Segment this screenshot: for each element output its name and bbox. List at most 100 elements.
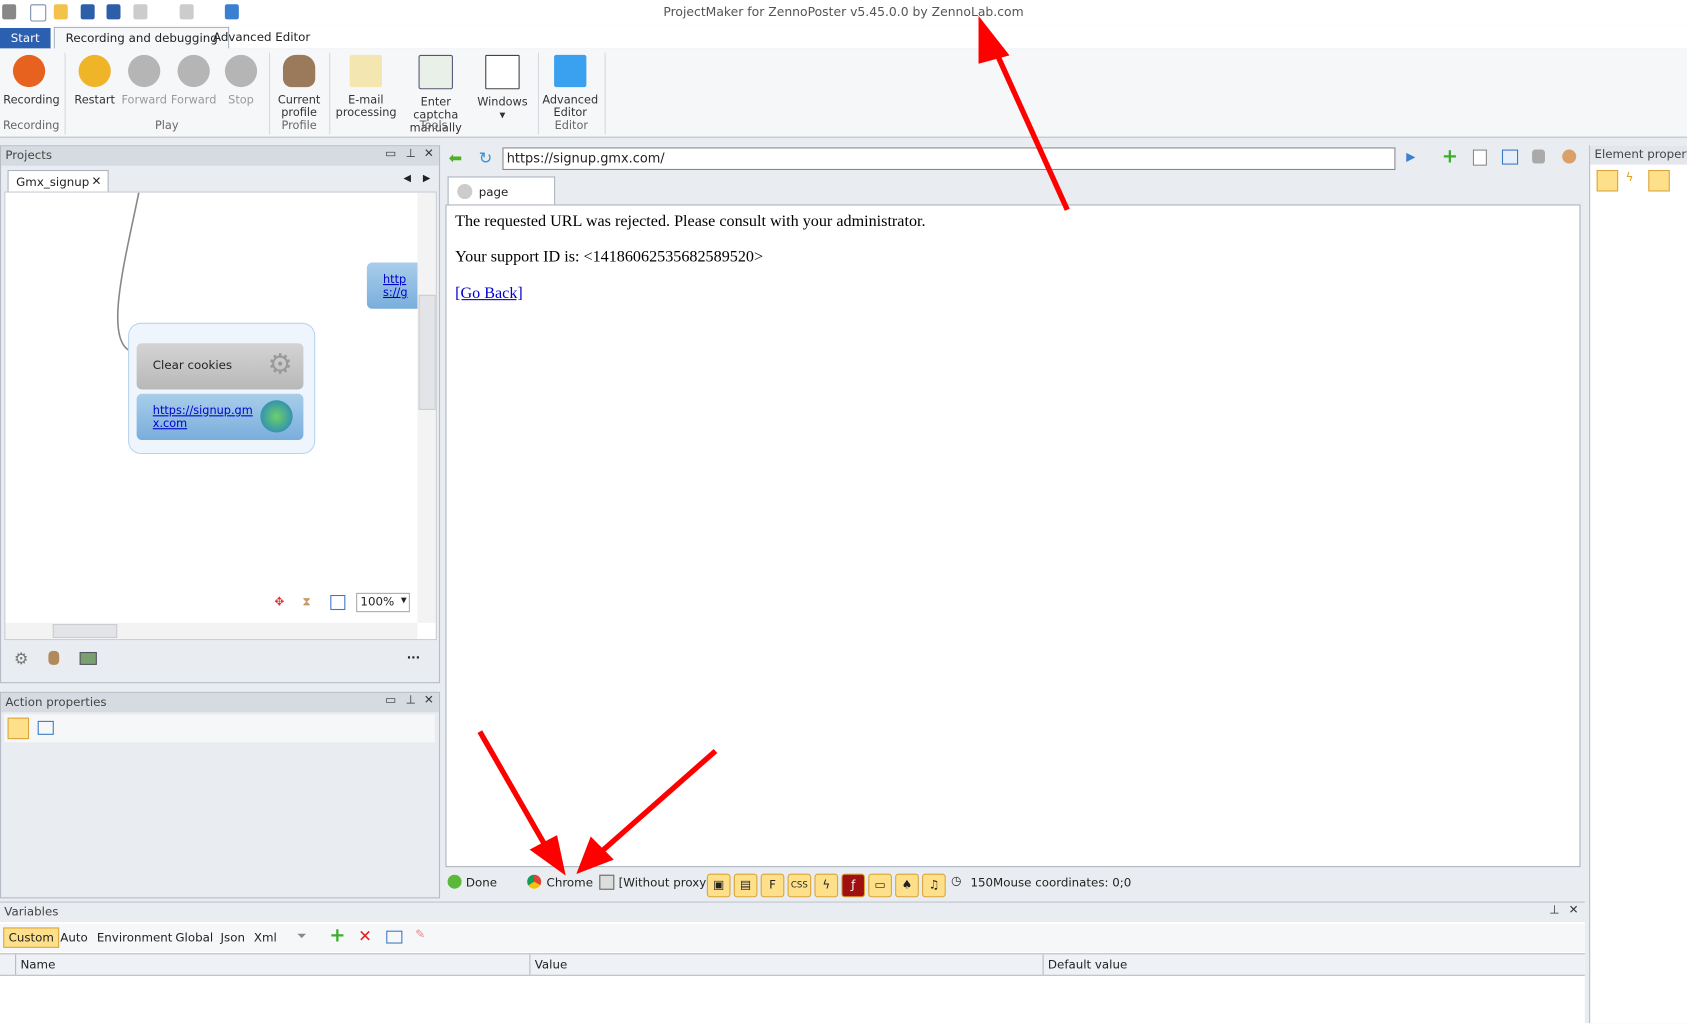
- column-name[interactable]: Name: [15, 954, 55, 975]
- page-source-icon[interactable]: [1472, 149, 1487, 166]
- browser-engine[interactable]: Chrome: [547, 876, 593, 890]
- frames-toggle-icon[interactable]: ▤: [733, 873, 758, 898]
- app-window: ProjectMaker for ZennoPoster v5.45.0.0 b…: [0, 0, 1687, 1024]
- action-properties-panel: Action properties ▭ ⊥ ✕: [0, 691, 441, 899]
- events-icon[interactable]: ϟ: [1626, 170, 1634, 184]
- hourglass-icon[interactable]: ⧗: [302, 595, 310, 610]
- globe-icon: [260, 400, 293, 433]
- notifications-toggle-icon[interactable]: ♠: [895, 873, 919, 898]
- go-icon[interactable]: ▶: [1406, 150, 1415, 164]
- tab-environment[interactable]: Environment: [97, 931, 173, 945]
- project-canvas[interactable]: Clear cookies ⚙ https://signup.gmx.com h…: [4, 191, 437, 641]
- tab-start[interactable]: Start: [0, 27, 51, 49]
- image-icon[interactable]: [79, 651, 97, 665]
- node-label: Clear cookies: [152, 358, 233, 373]
- url-input[interactable]: https://signup.gmx.com/: [502, 147, 1396, 170]
- stop-button[interactable]: Stop: [219, 53, 262, 107]
- clock-icon: ◷: [951, 873, 962, 888]
- node-url-link[interactable]: https://signup.gmx.com: [153, 405, 258, 431]
- tab-advanced-editor[interactable]: Advanced Editor: [202, 27, 321, 49]
- flash-toggle-icon[interactable]: ƒ: [841, 873, 866, 898]
- variables-table-header: Name Value Default value: [0, 953, 1585, 976]
- clear-cookies-node[interactable]: Clear cookies ⚙: [136, 343, 304, 390]
- scrollbar-thumb[interactable]: [52, 624, 118, 639]
- element-properties-panel: Element properties ϟ: [1589, 145, 1687, 1024]
- close-icon[interactable]: ✕: [424, 693, 434, 707]
- pin-icon[interactable]: ⊥: [1549, 903, 1559, 917]
- tab-xml[interactable]: Xml: [254, 931, 277, 945]
- delete-variable-icon[interactable]: ✕: [358, 926, 372, 945]
- windows-dropdown[interactable]: Windows ▼: [476, 53, 530, 122]
- button-label: Windows: [477, 95, 528, 109]
- cookie-icon[interactable]: [1562, 149, 1577, 164]
- pin-icon[interactable]: ⊥: [406, 693, 416, 707]
- close-icon[interactable]: ✕: [424, 146, 434, 160]
- popups-toggle-icon[interactable]: ▭: [868, 873, 892, 898]
- node-url-link[interactable]: https://gmx.ne: [383, 273, 415, 301]
- profile-icon[interactable]: [48, 650, 60, 665]
- mouse-coordinates: Mouse coordinates: 0;0: [993, 875, 1132, 890]
- close-icon[interactable]: ✕: [1569, 903, 1579, 917]
- email-processing-button[interactable]: E-mail processing: [336, 53, 397, 119]
- table-view-icon[interactable]: [1596, 169, 1619, 192]
- maximize-icon[interactable]: ▭: [385, 693, 396, 707]
- restart-button[interactable]: Restart: [71, 53, 118, 107]
- pin-icon[interactable]: ⊥: [406, 146, 416, 160]
- target-icon[interactable]: ✥: [274, 595, 284, 609]
- forward-step-button[interactable]: Forward: [170, 53, 217, 107]
- javascript-toggle-icon[interactable]: ϟ: [814, 873, 839, 898]
- tab-global[interactable]: Global: [175, 931, 213, 945]
- attributes-icon[interactable]: [1648, 169, 1670, 192]
- envelope-icon: [349, 54, 382, 88]
- tab-custom[interactable]: Custom: [3, 927, 60, 948]
- close-tab-icon[interactable]: ✕: [91, 174, 101, 188]
- window-icon[interactable]: [330, 594, 346, 611]
- recording-button[interactable]: Recording: [3, 53, 60, 107]
- vertical-scrollbar[interactable]: [417, 192, 436, 623]
- tab-scroll-right-icon[interactable]: ▶: [423, 173, 430, 184]
- advanced-editor-button[interactable]: Advanced Editor: [542, 53, 598, 119]
- navigate-url-node[interactable]: https://signup.gmx.com: [136, 393, 304, 441]
- quick-access-toolbar: ProjectMaker for ZennoPoster v5.45.0.0 b…: [0, 0, 1687, 26]
- error-message: The requested URL was rejected. Please c…: [455, 213, 926, 231]
- column-value[interactable]: Value: [529, 954, 567, 975]
- form-view-icon[interactable]: [37, 720, 54, 735]
- rename-variable-icon[interactable]: [386, 930, 403, 944]
- column-default-value[interactable]: Default value: [1042, 954, 1127, 975]
- horizontal-scrollbar[interactable]: [5, 622, 418, 640]
- zoom-select[interactable]: 100% ▼: [356, 592, 410, 613]
- filter-icon[interactable]: ⏷: [297, 929, 306, 944]
- images-toggle-icon[interactable]: ▣: [706, 873, 731, 898]
- sound-toggle-icon[interactable]: ♫: [922, 873, 946, 898]
- forward-button[interactable]: Forward: [121, 53, 168, 107]
- divider: [604, 52, 606, 135]
- more-options-button[interactable]: ...: [407, 648, 420, 662]
- go-back-link[interactable]: [Go Back]: [455, 285, 523, 303]
- tab-scroll-left-icon[interactable]: ◀: [403, 173, 410, 184]
- tab-auto[interactable]: Auto: [60, 931, 87, 945]
- group-label-recording: Recording: [2, 119, 60, 133]
- screen-icon[interactable]: [1501, 149, 1519, 165]
- tab-json[interactable]: Json: [221, 931, 245, 945]
- back-arrow-icon[interactable]: ⬅: [449, 148, 463, 167]
- current-profile-button[interactable]: Current profile: [275, 53, 322, 119]
- database-icon[interactable]: [1532, 149, 1545, 164]
- tab-page[interactable]: page: [447, 176, 556, 206]
- settings-gear-icon[interactable]: ⚙: [14, 649, 28, 668]
- scrollbar-thumb[interactable]: [418, 294, 436, 410]
- clear-icon[interactable]: ✎: [415, 927, 425, 941]
- add-icon[interactable]: +: [1442, 145, 1458, 168]
- captcha-icon: [418, 54, 453, 90]
- button-label: Forward: [170, 93, 217, 107]
- tab-gmx-signup[interactable]: Gmx_signup ✕: [7, 169, 109, 193]
- css-toggle-icon[interactable]: CSS: [787, 873, 812, 898]
- table-view-icon[interactable]: [7, 717, 30, 740]
- windows-icon: [485, 54, 520, 90]
- panel-title: Projects: [1, 146, 439, 166]
- refresh-icon[interactable]: ↻: [479, 148, 493, 167]
- maximize-icon[interactable]: ▭: [385, 146, 396, 160]
- proxy-status[interactable]: [Without proxy]: [619, 876, 711, 890]
- add-variable-icon[interactable]: +: [329, 924, 345, 947]
- iframe-toggle-icon[interactable]: F: [760, 873, 785, 898]
- web-page-content[interactable]: The requested URL was rejected. Please c…: [445, 204, 1581, 868]
